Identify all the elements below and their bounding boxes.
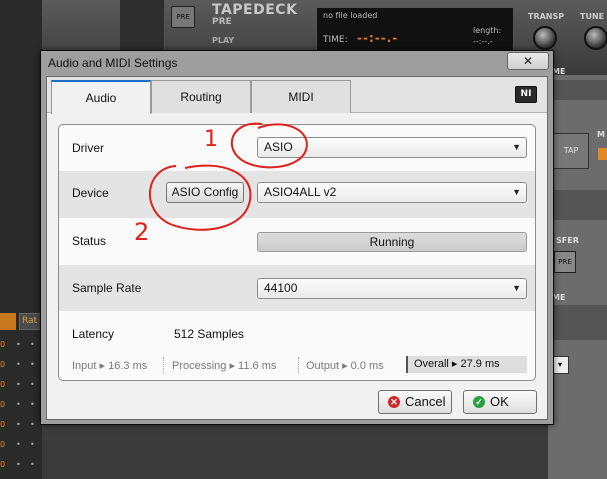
overall-latency: Overall ▸ 27.9 ms [406,356,527,373]
latency-label: Latency [72,327,115,341]
pre-button[interactable]: PRE [171,6,195,28]
dialog-title: Audio and MIDI Settings [48,56,178,70]
file-status: no file loaded [323,11,378,20]
m-label: M [597,130,605,139]
list-item: 0 • • [0,440,35,449]
audio-midi-settings-dialog: Audio and MIDI Settings ✕ Audio Routing … [40,50,554,425]
device-label: Device [72,186,109,200]
status-row: Status Running [59,218,535,265]
separator [163,357,164,373]
input-latency: Input ▸ 16.3 ms [72,360,148,372]
sample-rate-label: Sample Rate [72,281,142,295]
chevron-down-icon: ▼ [512,283,521,293]
ok-label: OK [490,394,509,409]
right-stripe [548,305,607,340]
asio-config-button[interactable]: ASIO Config [166,182,244,203]
ok-button[interactable]: ✓ OK [463,390,537,414]
length-label: length: [473,26,502,35]
list-item: 0 • • [0,460,35,469]
ni-logo: NI [515,86,537,103]
tab-audio[interactable]: Audio [51,80,151,114]
me-label: ME [552,67,566,76]
tapedeck-title: TAPEDECK [212,2,298,18]
list-item: 0 • • [0,380,35,389]
tab-routing[interactable]: Routing [151,80,251,113]
separator [298,357,299,373]
right-stripe [548,80,607,100]
tune-label: TUNE [580,12,605,21]
driver-label: Driver [72,141,104,155]
sample-rate-select[interactable]: 44100 ▼ [257,278,527,299]
processing-latency: Processing ▸ 11.6 ms [172,360,277,372]
transp-knob[interactable] [533,26,557,50]
play-label: PLAY [212,36,235,45]
check-icon: ✓ [473,396,485,408]
tab-bar: Audio Routing MIDI NI [47,77,547,114]
sample-rate-row: Sample Rate 44100 ▼ [59,265,535,311]
device-row: Device ASIO Config ASIO4ALL v2 ▼ [59,171,535,218]
tap-button[interactable]: TAP [553,133,589,169]
driver-select[interactable]: ASIO ▼ [257,137,527,158]
list-item: 0 • • [0,360,35,369]
device-select[interactable]: ASIO4ALL v2 ▼ [257,182,527,203]
list-item: 0 • • [0,400,35,409]
latency-value: 512 Samples [174,327,245,341]
orange-indicator [598,148,607,160]
chevron-down-icon: ▼ [512,142,521,152]
chevron-down-icon: ▼ [512,187,521,197]
close-button[interactable]: ✕ [507,52,549,70]
cancel-button[interactable]: ✕ Cancel [378,390,452,414]
pre-button-2[interactable]: PRE [554,251,576,273]
list-item: 0 • • [0,420,35,429]
time-label: TIME: [323,35,348,45]
cancel-icon: ✕ [388,396,400,408]
length-value: --:--.- [473,37,493,46]
transp-label: TRANSP [528,12,565,21]
transfer-label: SFER [556,236,579,245]
cancel-label: Cancel [405,394,446,409]
close-icon: ✕ [522,54,534,68]
left-panel-top [120,0,165,55]
time-value: --:--.- [357,31,399,45]
output-latency: Output ▸ 0.0 ms [306,360,384,372]
tapedeck-subtitle: PRE [212,17,232,27]
me-label-2: ME [552,293,566,302]
right-stripe [548,190,607,220]
tune-knob[interactable] [584,26,607,50]
device-value: ASIO4ALL v2 [264,185,337,199]
status-label: Status [72,234,107,248]
orange-tab [0,313,16,330]
status-indicator: Running [257,232,527,252]
driver-row: Driver ASIO ▼ [59,125,535,171]
settings-panel: Driver ASIO ▼ Device ASIO Config ASIO4AL… [58,124,536,381]
tape-display: no file loaded TIME: --:--.- length: --:… [316,7,514,51]
sample-rate-value: 44100 [264,281,298,295]
tab-midi[interactable]: MIDI [251,80,351,113]
driver-value: ASIO [264,140,293,154]
list-item: 0 • • [0,340,35,349]
